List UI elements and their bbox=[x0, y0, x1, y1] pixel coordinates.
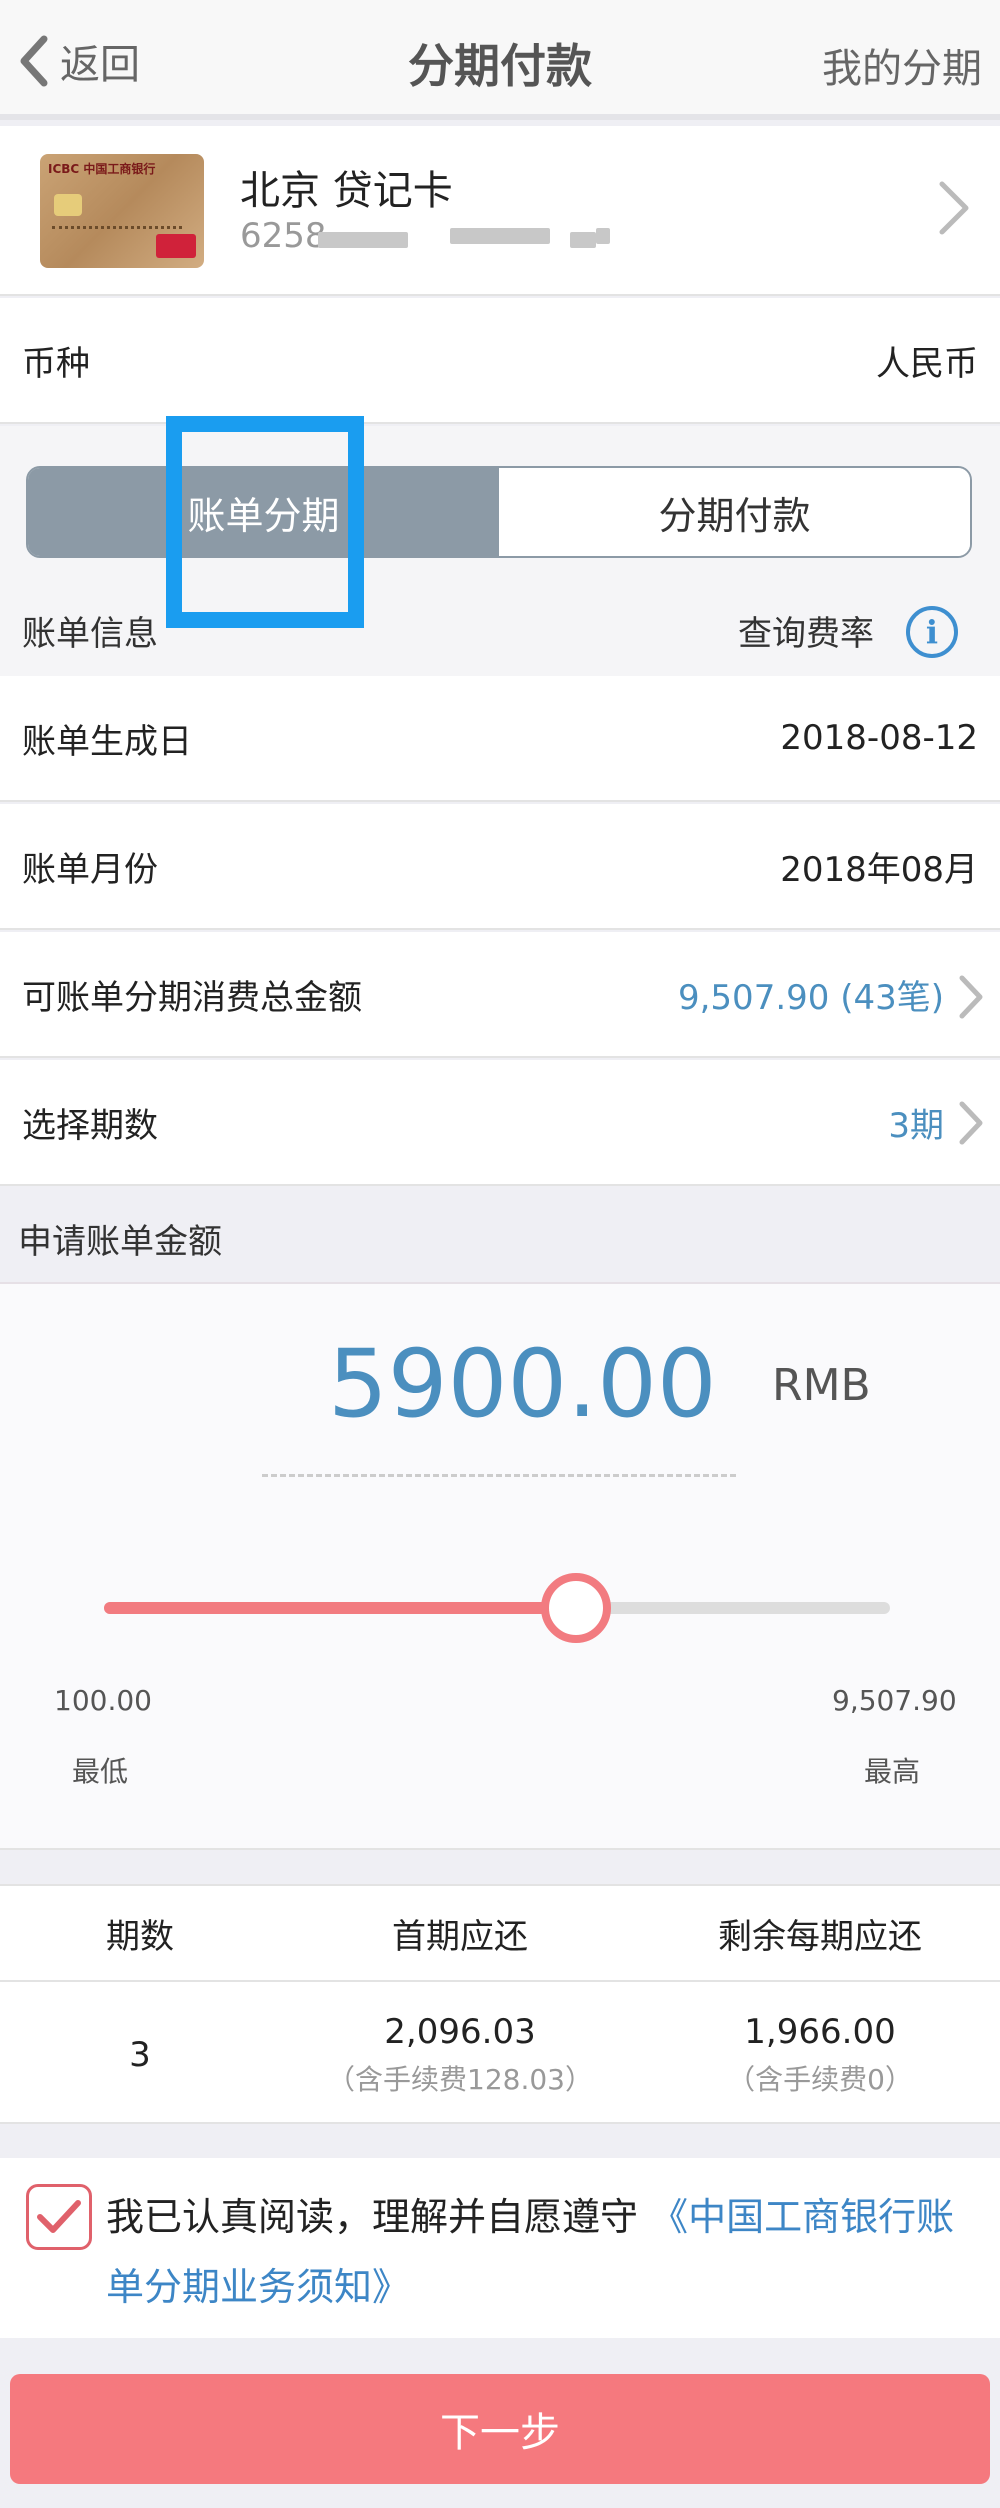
query-rate-link[interactable]: 查询费率 bbox=[738, 606, 874, 655]
currency-row: 币种 人民币 bbox=[0, 298, 1000, 424]
agreement-text: 我已认真阅读，理解并自愿遵守 《中国工商银行账单分期业务须知》 bbox=[106, 2182, 976, 2322]
card-number-prefix: 6258 bbox=[240, 216, 327, 256]
slider-min-value: 100.00 bbox=[54, 1684, 152, 1717]
row-value: 9,507.90 (43笔) bbox=[677, 977, 944, 1018]
chevron-right-icon bbox=[959, 1101, 983, 1145]
row-label: 账单生成日 bbox=[22, 721, 192, 762]
table-header: 首期应还 bbox=[392, 1916, 528, 1957]
slider-max-value: 9,507.90 bbox=[832, 1684, 957, 1717]
currency-value: 人民币 bbox=[876, 343, 978, 384]
row-label: 可账单分期消费总金额 bbox=[22, 977, 362, 1018]
next-button[interactable]: 下一步 bbox=[10, 2374, 990, 2484]
first-fee-note: （含手续费128.03） bbox=[327, 2063, 593, 2096]
currency-label: 币种 bbox=[22, 343, 90, 384]
slider-fill bbox=[104, 1602, 576, 1614]
card-number: 6258 bbox=[240, 216, 327, 256]
card-number-decoration bbox=[52, 226, 182, 230]
agreement-statement: 我已认真阅读，理解并自愿遵守 bbox=[106, 2195, 639, 2239]
remaining-payment-value: 1,966.00 bbox=[744, 2012, 896, 2052]
my-installments-link[interactable]: 我的分期 bbox=[822, 36, 982, 94]
periods-value: 3 bbox=[129, 2035, 151, 2075]
bill-info-label: 账单信息 bbox=[22, 614, 158, 654]
repayment-table: 期数 首期应还 剩余每期应还 3 2,096.03 （含手续费128.03） 1… bbox=[0, 1884, 1000, 2124]
amount-underline bbox=[262, 1474, 736, 1477]
apply-amount-label: 申请账单金额 bbox=[18, 1222, 222, 1262]
period-select-row[interactable]: 选择期数 3期 bbox=[0, 1060, 1000, 1186]
amount-currency: RMB bbox=[772, 1360, 871, 1411]
card-name: 北京 贷记卡 bbox=[240, 168, 453, 214]
amount-value[interactable]: 5900.00 bbox=[328, 1330, 717, 1439]
unionpay-logo bbox=[156, 234, 196, 258]
periods-cell: 3 bbox=[0, 1984, 280, 2126]
table-header-row: 期数 首期应还 剩余每期应还 bbox=[0, 1886, 1000, 1982]
remaining-payment-cell: 1,966.00 （含手续费0） bbox=[640, 1984, 1000, 2126]
highlight-box bbox=[166, 416, 364, 628]
card-image: ICBC 中国工商银行 bbox=[40, 154, 204, 268]
masked-digits bbox=[450, 228, 550, 244]
table-header: 剩余每期应还 bbox=[718, 1916, 922, 1957]
chevron-right-icon bbox=[939, 181, 969, 235]
bill-date-row: 账单生成日 2018-08-12 bbox=[0, 676, 1000, 802]
row-label: 选择期数 bbox=[22, 1105, 158, 1146]
remaining-fee-note: （含手续费0） bbox=[727, 2063, 913, 2096]
first-payment-value: 2,096.03 bbox=[384, 2012, 536, 2052]
chip-icon bbox=[54, 194, 82, 216]
section-header: 申请账单金额 bbox=[0, 1186, 1000, 1282]
slider-max-label: 最高 bbox=[864, 1755, 921, 1788]
masked-digits bbox=[570, 232, 596, 248]
tab-installment-payment[interactable]: 分期付款 bbox=[499, 468, 970, 556]
eligible-amount-row[interactable]: 可账单分期消费总金额 9,507.90 (43笔) bbox=[0, 932, 1000, 1058]
slider-thumb[interactable] bbox=[540, 1573, 611, 1643]
info-icon[interactable]: i bbox=[906, 606, 958, 658]
table-header: 期数 bbox=[106, 1916, 174, 1957]
masked-digits bbox=[596, 228, 610, 244]
row-value: 2018-08-12 bbox=[780, 718, 978, 758]
chevron-right-icon bbox=[959, 975, 983, 1019]
row-label: 账单月份 bbox=[22, 849, 158, 890]
card-bank-text: ICBC 中国工商银行 bbox=[48, 162, 156, 176]
slider-min-label: 最低 bbox=[72, 1755, 129, 1788]
row-value: 2018年08月 bbox=[780, 849, 978, 890]
row-value: 3期 bbox=[888, 1105, 944, 1146]
first-payment-cell: 2,096.03 （含手续费128.03） bbox=[280, 1984, 640, 2126]
masked-digits bbox=[318, 232, 408, 248]
agreement-checkbox[interactable] bbox=[26, 2184, 92, 2250]
table-row: 3 2,096.03 （含手续费128.03） 1,966.00 （含手续费0） bbox=[0, 1984, 1000, 2126]
bill-month-row: 账单月份 2018年08月 bbox=[0, 804, 1000, 930]
checkmark-icon bbox=[37, 2200, 81, 2233]
